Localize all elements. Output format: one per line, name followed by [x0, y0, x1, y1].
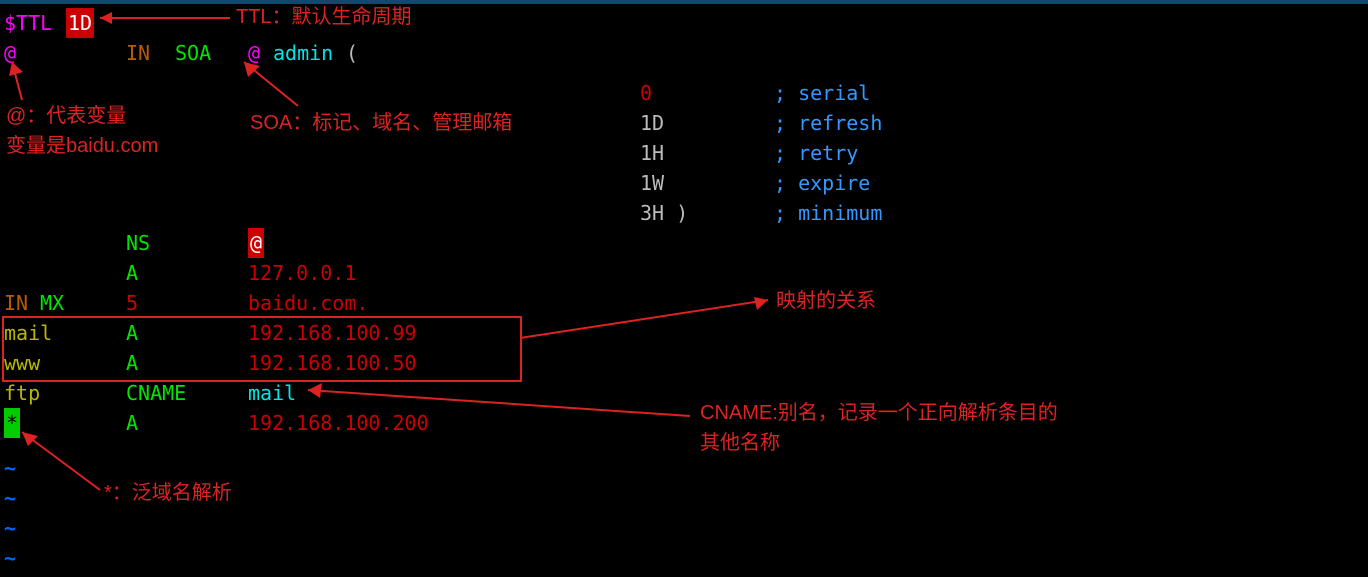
annotation-mapping: 映射的关系	[776, 288, 876, 314]
soa-retry-val: 1H	[640, 138, 664, 168]
mx-priority: 5	[126, 288, 138, 318]
ns-data: @	[248, 228, 264, 258]
annotation-box-mapping	[2, 316, 522, 382]
annotation-cname-line1: CNAME:别名，记录一个正向解析条目的	[700, 400, 1058, 426]
paren-open: (	[346, 38, 358, 68]
annotation-at-line2: 变量是baidu.com	[6, 133, 158, 159]
wildcard-name: *	[4, 408, 20, 438]
annotation-wildcard: *：泛域名解析	[104, 480, 232, 506]
mx-data: baidu.com.	[248, 288, 368, 318]
vim-tilde: ~	[4, 483, 16, 513]
ttl-value: 1D	[66, 8, 94, 38]
soa-minimum-val: 3H )	[640, 198, 688, 228]
ftp-type: CNAME	[126, 378, 186, 408]
soa-expire-val: 1W	[640, 168, 664, 198]
soa-serial-comment: ; serial	[774, 78, 870, 108]
soa-refresh-val: 1D	[640, 108, 664, 138]
a-root-type: A	[126, 258, 138, 288]
vim-tilde: ~	[4, 543, 16, 573]
ftp-data: mail	[248, 378, 296, 408]
soa-refresh-comment: ; refresh	[774, 108, 882, 138]
wildcard-data: 192.168.100.200	[248, 408, 429, 438]
soa-retry-comment: ; retry	[774, 138, 858, 168]
soa-keyword: SOA	[175, 38, 211, 68]
annotation-ttl: TTL：默认生命周期	[236, 4, 412, 30]
ns-type: NS	[126, 228, 150, 258]
annotation-soa: SOA：标记、域名、管理邮箱	[250, 110, 512, 136]
vim-tilde: ~	[4, 513, 16, 543]
annotation-at-line1: @：代表变量	[6, 103, 126, 129]
mx-class: IN	[4, 288, 28, 318]
class-in: IN	[126, 38, 150, 68]
terminal-window: $TTL 1D @ IN SOA @ admin ( 0 ; serial 1D…	[0, 0, 1368, 577]
wildcard-type: A	[126, 408, 138, 438]
soa-serial-val: 0	[640, 78, 652, 108]
origin-at: @	[4, 38, 16, 68]
soa-admin: admin	[273, 38, 333, 68]
mx-type: MX	[40, 288, 64, 318]
a-root-data: 127.0.0.1	[248, 258, 356, 288]
soa-minimum-comment: ; minimum	[774, 198, 882, 228]
ftp-name: ftp	[4, 378, 40, 408]
soa-expire-comment: ; expire	[774, 168, 870, 198]
window-top-border	[0, 0, 1368, 4]
soa-origin-at: @	[248, 38, 260, 68]
vim-tilde: ~	[4, 453, 16, 483]
ttl-directive: $TTL	[4, 8, 52, 38]
annotation-cname-line2: 其他名称	[700, 430, 780, 456]
